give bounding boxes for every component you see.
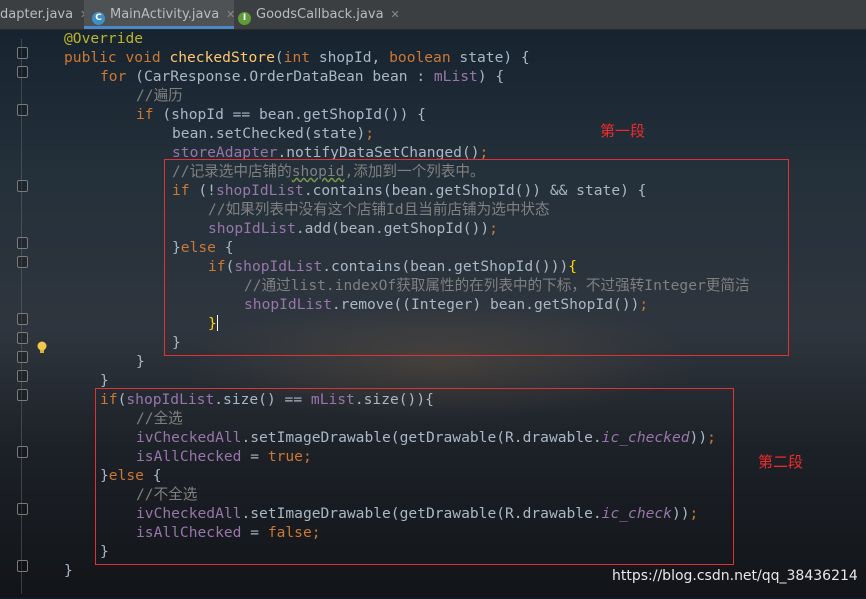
keyword-token: boolean [389, 49, 460, 66]
code-line: @Override [64, 29, 143, 48]
code-token: } [64, 562, 73, 579]
keyword-token: if [136, 106, 163, 123]
class-c-icon: C [92, 12, 105, 25]
code-line: bean.setChecked(state); [172, 124, 374, 143]
interface-i-icon: I [238, 12, 251, 25]
keyword-token: ; [365, 125, 375, 142]
code-line: //遍历 [136, 86, 183, 105]
tab-goods-callback[interactable]: I GoodsCallback.java ✕ [234, 0, 400, 29]
code-token: } [136, 353, 145, 370]
highlight-box-first-segment [164, 159, 789, 356]
annotation-first-segment: 第一段 [600, 122, 646, 140]
code-line: if (shopId == bean.getShopId()) { [136, 105, 426, 124]
annotation-second-segment: 第二段 [758, 453, 804, 471]
code-token: state) { [459, 49, 530, 66]
keyword-token: int [283, 49, 319, 66]
code-line: } [64, 561, 73, 580]
code-token: (shopId == bean.getShopId()) { [162, 106, 426, 123]
code-token: } [100, 372, 109, 389]
code-line: for (CarResponse.OrderDataBean bean : mL… [100, 67, 504, 86]
highlight-box-second-segment [95, 388, 734, 565]
editor-tab-bar: dapter.java✕ C MainActivity.java ✕ I GoodsC… [0, 0, 866, 30]
watermark: https://blog.csdn.net/qq_38436214 [612, 568, 858, 584]
code-line: public void checkedStore(int shopId, boo… [64, 48, 530, 67]
code-token: (CarResponse.OrderDataBean bean : [135, 68, 434, 85]
field-token: mList [433, 68, 478, 85]
tab-main-activity[interactable]: C MainActivity.java ✕ [84, 0, 235, 29]
keyword-token: public void [64, 49, 170, 66]
tab-label: MainActivity.java [110, 7, 220, 22]
code-token: bean.setChecked(state) [172, 125, 366, 142]
code-line: } [136, 352, 145, 371]
code-token: ) { [477, 68, 505, 85]
tab-label: dapter.java [0, 7, 74, 22]
tab-adapter[interactable]: dapter.java✕ [0, 0, 89, 29]
comment-token: //遍历 [136, 87, 183, 104]
method-name-token: checkedStore [169, 49, 275, 66]
keyword-token: for [100, 68, 136, 85]
close-icon[interactable]: ✕ [391, 8, 400, 21]
tab-label: GoodsCallback.java [256, 7, 384, 22]
code-token: shopId, [318, 49, 390, 66]
annotation-token: @Override [64, 30, 144, 47]
code-token: ( [274, 49, 284, 66]
